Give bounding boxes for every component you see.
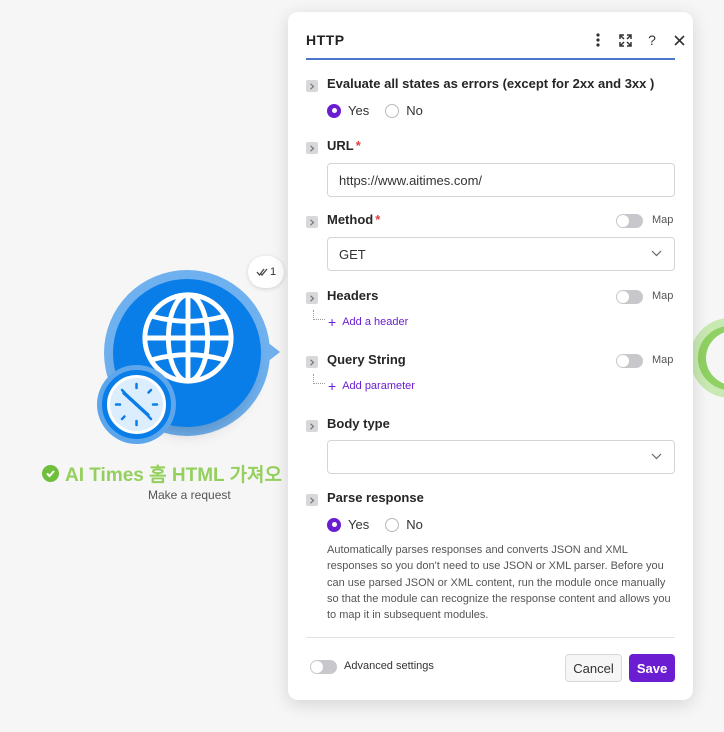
query-string-label: Query String bbox=[327, 352, 406, 367]
query-string-map-toggle[interactable] bbox=[616, 354, 643, 368]
evaluate-errors-label: Evaluate all states as errors (except fo… bbox=[327, 76, 655, 91]
parse-response-help: Automatically parses responses and conve… bbox=[327, 544, 671, 622]
more-vertical-icon[interactable] bbox=[588, 30, 608, 50]
operations-count: 1 bbox=[269, 266, 277, 278]
parse-response-no-radio[interactable] bbox=[385, 517, 400, 532]
evaluate-errors-yes-radio[interactable] bbox=[327, 103, 341, 118]
required-marker: * bbox=[355, 138, 361, 153]
plus-icon: + bbox=[328, 378, 337, 394]
method-select-value: GET bbox=[339, 246, 366, 262]
method-map-label: Map bbox=[652, 214, 674, 226]
chevron-down-icon bbox=[651, 453, 662, 460]
required-marker: * bbox=[375, 212, 381, 227]
module-settings-panel: HTTP ? Evaluate all states as errors (ex… bbox=[288, 12, 693, 700]
method-label: Method * bbox=[327, 212, 380, 227]
advanced-settings-label[interactable]: Advanced settings bbox=[344, 660, 434, 672]
method-select[interactable]: GET bbox=[327, 237, 675, 271]
scenario-canvas[interactable]: 1 AI Times 홈 HTML 가져오 Make a request HTT… bbox=[0, 0, 724, 732]
method-label-text: Method bbox=[327, 212, 374, 227]
evaluate-errors-radio-group: Yes No bbox=[327, 103, 423, 118]
module-title-text: AI Times 홈 HTML 가져오 bbox=[65, 465, 283, 486]
check-circle-icon bbox=[42, 465, 59, 482]
body-type-select[interactable] bbox=[327, 440, 675, 474]
url-input[interactable]: https://www.aitimes.com/ bbox=[327, 163, 675, 197]
headers-map-toggle[interactable] bbox=[616, 290, 643, 304]
cancel-button[interactable]: Cancel bbox=[565, 654, 622, 682]
parse-response-yes-radio[interactable] bbox=[327, 517, 341, 532]
advanced-settings-toggle[interactable] bbox=[310, 660, 337, 674]
expand-icon[interactable] bbox=[615, 30, 635, 50]
clock-icon bbox=[107, 375, 166, 434]
parse-response-label: Parse response bbox=[327, 490, 424, 505]
evaluate-errors-no-radio[interactable] bbox=[385, 103, 400, 118]
add-parameter-label: Add parameter bbox=[342, 380, 415, 392]
url-label-text: URL bbox=[327, 138, 354, 153]
help-icon[interactable]: ? bbox=[642, 30, 662, 50]
parse-response-radio-group: Yes No bbox=[327, 517, 423, 532]
save-button[interactable]: Save bbox=[629, 654, 675, 682]
evaluate-errors-no-label[interactable]: No bbox=[406, 103, 423, 118]
chevron-right-icon[interactable] bbox=[306, 216, 318, 228]
query-string-map-label: Map bbox=[652, 354, 674, 366]
operations-count-badge[interactable]: 1 bbox=[248, 256, 284, 288]
chevron-down-icon bbox=[651, 250, 662, 257]
chevron-right-icon[interactable] bbox=[306, 420, 318, 432]
footer-divider bbox=[306, 637, 675, 638]
plus-icon: + bbox=[328, 314, 337, 330]
close-icon[interactable] bbox=[669, 30, 689, 50]
parse-response-no-label[interactable]: No bbox=[406, 517, 423, 532]
module-title[interactable]: AI Times 홈 HTML 가져오 bbox=[42, 460, 282, 487]
panel-header: HTTP ? bbox=[306, 30, 685, 60]
check-double-icon bbox=[256, 268, 268, 277]
module-subtitle: Make a request bbox=[148, 488, 231, 502]
tree-connector bbox=[313, 374, 325, 384]
module-connector-handle[interactable] bbox=[262, 338, 280, 366]
add-parameter-button[interactable]: + Add parameter bbox=[328, 379, 415, 393]
method-map-toggle[interactable] bbox=[616, 214, 643, 228]
parse-response-yes-label[interactable]: Yes bbox=[348, 517, 369, 532]
chevron-right-icon[interactable] bbox=[306, 142, 318, 154]
body-type-label: Body type bbox=[327, 416, 390, 431]
panel-title: HTTP bbox=[306, 32, 345, 48]
headers-label: Headers bbox=[327, 288, 379, 303]
scheduler-clock-badge[interactable] bbox=[97, 365, 176, 444]
headers-map-label: Map bbox=[652, 290, 674, 302]
add-header-button[interactable]: + Add a header bbox=[328, 315, 408, 329]
chevron-right-icon[interactable] bbox=[306, 292, 318, 304]
chevron-right-icon[interactable] bbox=[306, 356, 318, 368]
chevron-right-icon[interactable] bbox=[306, 494, 318, 506]
chevron-right-icon[interactable] bbox=[306, 80, 318, 92]
tree-connector bbox=[313, 310, 325, 320]
evaluate-errors-yes-label[interactable]: Yes bbox=[348, 103, 369, 118]
url-label: URL * bbox=[327, 138, 361, 153]
add-header-label: Add a header bbox=[342, 316, 409, 328]
help-glyph: ? bbox=[648, 32, 656, 48]
